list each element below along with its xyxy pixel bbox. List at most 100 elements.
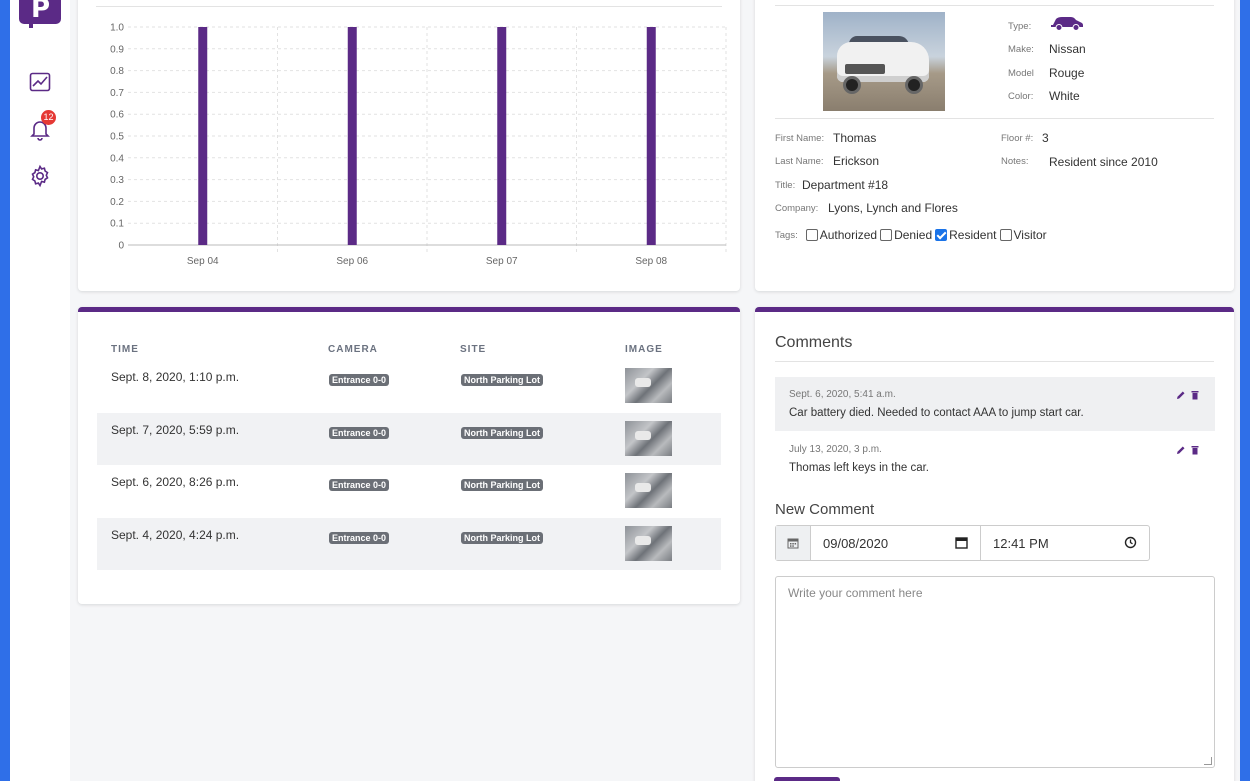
- y-tick-label: 0.5: [110, 132, 124, 143]
- event-thumbnail[interactable]: [625, 421, 672, 456]
- tag-label: Authorized: [819, 228, 878, 242]
- logo-tail: [29, 24, 33, 28]
- table-row[interactable]: Sept. 6, 2020, 8:26 p.m. Entrance 0-0 No…: [97, 465, 721, 517]
- trash-icon[interactable]: [1190, 387, 1200, 400]
- column-header-time: TIME: [111, 344, 139, 355]
- site-badge: North Parking Lot: [461, 374, 543, 386]
- denied-checkbox[interactable]: [880, 229, 893, 241]
- comment-text: Car battery died. Needed to contact AAA …: [789, 407, 1084, 419]
- clock-icon[interactable]: [1124, 536, 1137, 549]
- y-tick-label: 0.6: [110, 110, 124, 121]
- tag-label: Visitor: [1013, 228, 1047, 242]
- y-tick-label: 1.0: [110, 23, 124, 34]
- time-cell: Sept. 4, 2020, 4:24 p.m.: [111, 528, 240, 542]
- date-input-value: 09/08/2020: [823, 536, 889, 551]
- title-value: Department #18: [802, 178, 889, 192]
- car-grille: [845, 64, 885, 74]
- bar: [497, 27, 507, 245]
- authorized-checkbox[interactable]: [805, 229, 818, 241]
- car-wheel: [843, 76, 861, 94]
- comment-date-input[interactable]: 09/08/2020: [811, 526, 981, 560]
- title-label: Title:: [775, 180, 796, 191]
- y-tick-label: 0: [118, 241, 124, 252]
- chart-line-icon[interactable]: [28, 70, 52, 94]
- table-row[interactable]: Sept. 8, 2020, 1:10 p.m. Entrance 0-0 No…: [97, 360, 721, 412]
- y-tick-label: 0.8: [110, 66, 124, 77]
- color-value: White: [1049, 89, 1080, 103]
- x-tick-label: Sep 04: [187, 256, 219, 267]
- notes-label: Notes:: [1001, 156, 1029, 167]
- calendar-picker-icon[interactable]: [955, 536, 968, 549]
- car-wheel: [905, 76, 923, 94]
- bar: [198, 27, 208, 245]
- visitor-checkbox[interactable]: [999, 229, 1012, 241]
- tags-row: Tags: Authorized Denied Resident Visitor: [775, 228, 1050, 242]
- bar: [347, 27, 357, 245]
- notification-badge: 12: [41, 110, 56, 125]
- vehicle-card: Type: Make: Nissan Model Rouge Color: Wh…: [755, 0, 1234, 291]
- chart-card: 1.0 0.9 0.8 0.7 0.6 0.5 0.4 0.3 0.2 0.1 0 Sep 04 Sep…: [78, 0, 740, 291]
- tag-visitor[interactable]: Visitor: [999, 228, 1047, 242]
- event-thumbnail[interactable]: [625, 473, 672, 508]
- comment-text: Thomas left keys in the car.: [789, 462, 929, 474]
- camera-badge: Entrance 0-0: [329, 479, 390, 491]
- bell-icon[interactable]: 12: [28, 110, 56, 141]
- submit-comment-button[interactable]: [774, 777, 840, 781]
- calendar-icon: [776, 526, 811, 560]
- comment-time-input[interactable]: 12:41 PM: [981, 526, 1149, 560]
- event-thumbnail[interactable]: [625, 368, 672, 403]
- time-input-value: 12:41 PM: [993, 536, 1049, 551]
- bar: [646, 27, 656, 245]
- y-tick-label: 0.4: [110, 153, 124, 164]
- app-frame: P 12 1.0 0.9 0.8 0.7 0.6 0.5 0.4 0.3 0.2 0.1 0 Sep: [10, 0, 1240, 781]
- comment-textarea[interactable]: Write your comment here: [775, 576, 1215, 768]
- y-tick-label: 0.7: [110, 88, 124, 99]
- y-tick-label: 0.1: [110, 219, 124, 230]
- trash-icon[interactable]: [1190, 442, 1200, 455]
- first-name-label: First Name:: [775, 133, 825, 144]
- color-label: Color:: [1008, 91, 1034, 102]
- comment-datetime-group: 09/08/2020 12:41 PM: [775, 525, 1150, 561]
- time-cell: Sept. 7, 2020, 5:59 p.m.: [111, 423, 240, 437]
- model-value: Rouge: [1049, 66, 1085, 80]
- column-header-camera: CAMERA: [328, 344, 378, 355]
- notes-value: Resident since 2010: [1049, 155, 1158, 169]
- last-name-label: Last Name:: [775, 156, 824, 167]
- comments-divider: [775, 361, 1214, 362]
- event-thumbnail[interactable]: [625, 526, 672, 561]
- camera-badge: Entrance 0-0: [329, 374, 390, 386]
- table-row[interactable]: Sept. 7, 2020, 5:59 p.m. Entrance 0-0 No…: [97, 413, 721, 465]
- resident-checkbox[interactable]: [935, 229, 948, 241]
- vehicle-photo: [823, 12, 945, 111]
- company-label: Company:: [775, 203, 819, 214]
- table-row[interactable]: Sept. 4, 2020, 4:24 p.m. Entrance 0-0 No…: [97, 518, 721, 570]
- comments-card: Comments Sept. 6, 2020, 5:41 a.m. Car ba…: [755, 307, 1234, 781]
- x-tick-label: Sep 08: [635, 256, 667, 267]
- pencil-icon[interactable]: [1176, 442, 1186, 454]
- floor-value: 3: [1042, 131, 1049, 145]
- resize-handle[interactable]: [1204, 757, 1212, 765]
- gear-icon[interactable]: [28, 164, 52, 188]
- camera-badge: Entrance 0-0: [329, 532, 390, 544]
- new-comment-title: New Comment: [775, 501, 875, 518]
- time-cell: Sept. 6, 2020, 8:26 p.m.: [111, 475, 240, 489]
- vehicle-top-divider: [775, 5, 1214, 6]
- model-label: Model: [1008, 68, 1034, 79]
- site-badge: North Parking Lot: [461, 532, 543, 544]
- app-logo[interactable]: P: [19, 0, 61, 24]
- comment-placeholder: Write your comment here: [788, 586, 923, 600]
- make-value: Nissan: [1049, 42, 1086, 56]
- bar-chart: 1.0 0.9 0.8 0.7 0.6 0.5 0.4 0.3 0.2 0.1 0 Sep 04 Sep…: [110, 23, 727, 267]
- y-tick-label: 0.3: [110, 175, 124, 186]
- sidebar: P 12: [10, 0, 70, 781]
- tag-denied[interactable]: Denied: [880, 228, 932, 242]
- pencil-icon[interactable]: [1176, 387, 1186, 399]
- make-label: Make:: [1008, 44, 1034, 55]
- tag-resident[interactable]: Resident: [935, 228, 997, 242]
- tag-authorized[interactable]: Authorized: [805, 228, 878, 242]
- last-name-value: Erickson: [833, 154, 880, 168]
- type-label: Type:: [1008, 21, 1032, 32]
- floor-label: Floor #:: [1001, 133, 1034, 144]
- vehicle-mid-divider: [775, 118, 1214, 119]
- tags-label: Tags:: [775, 229, 798, 241]
